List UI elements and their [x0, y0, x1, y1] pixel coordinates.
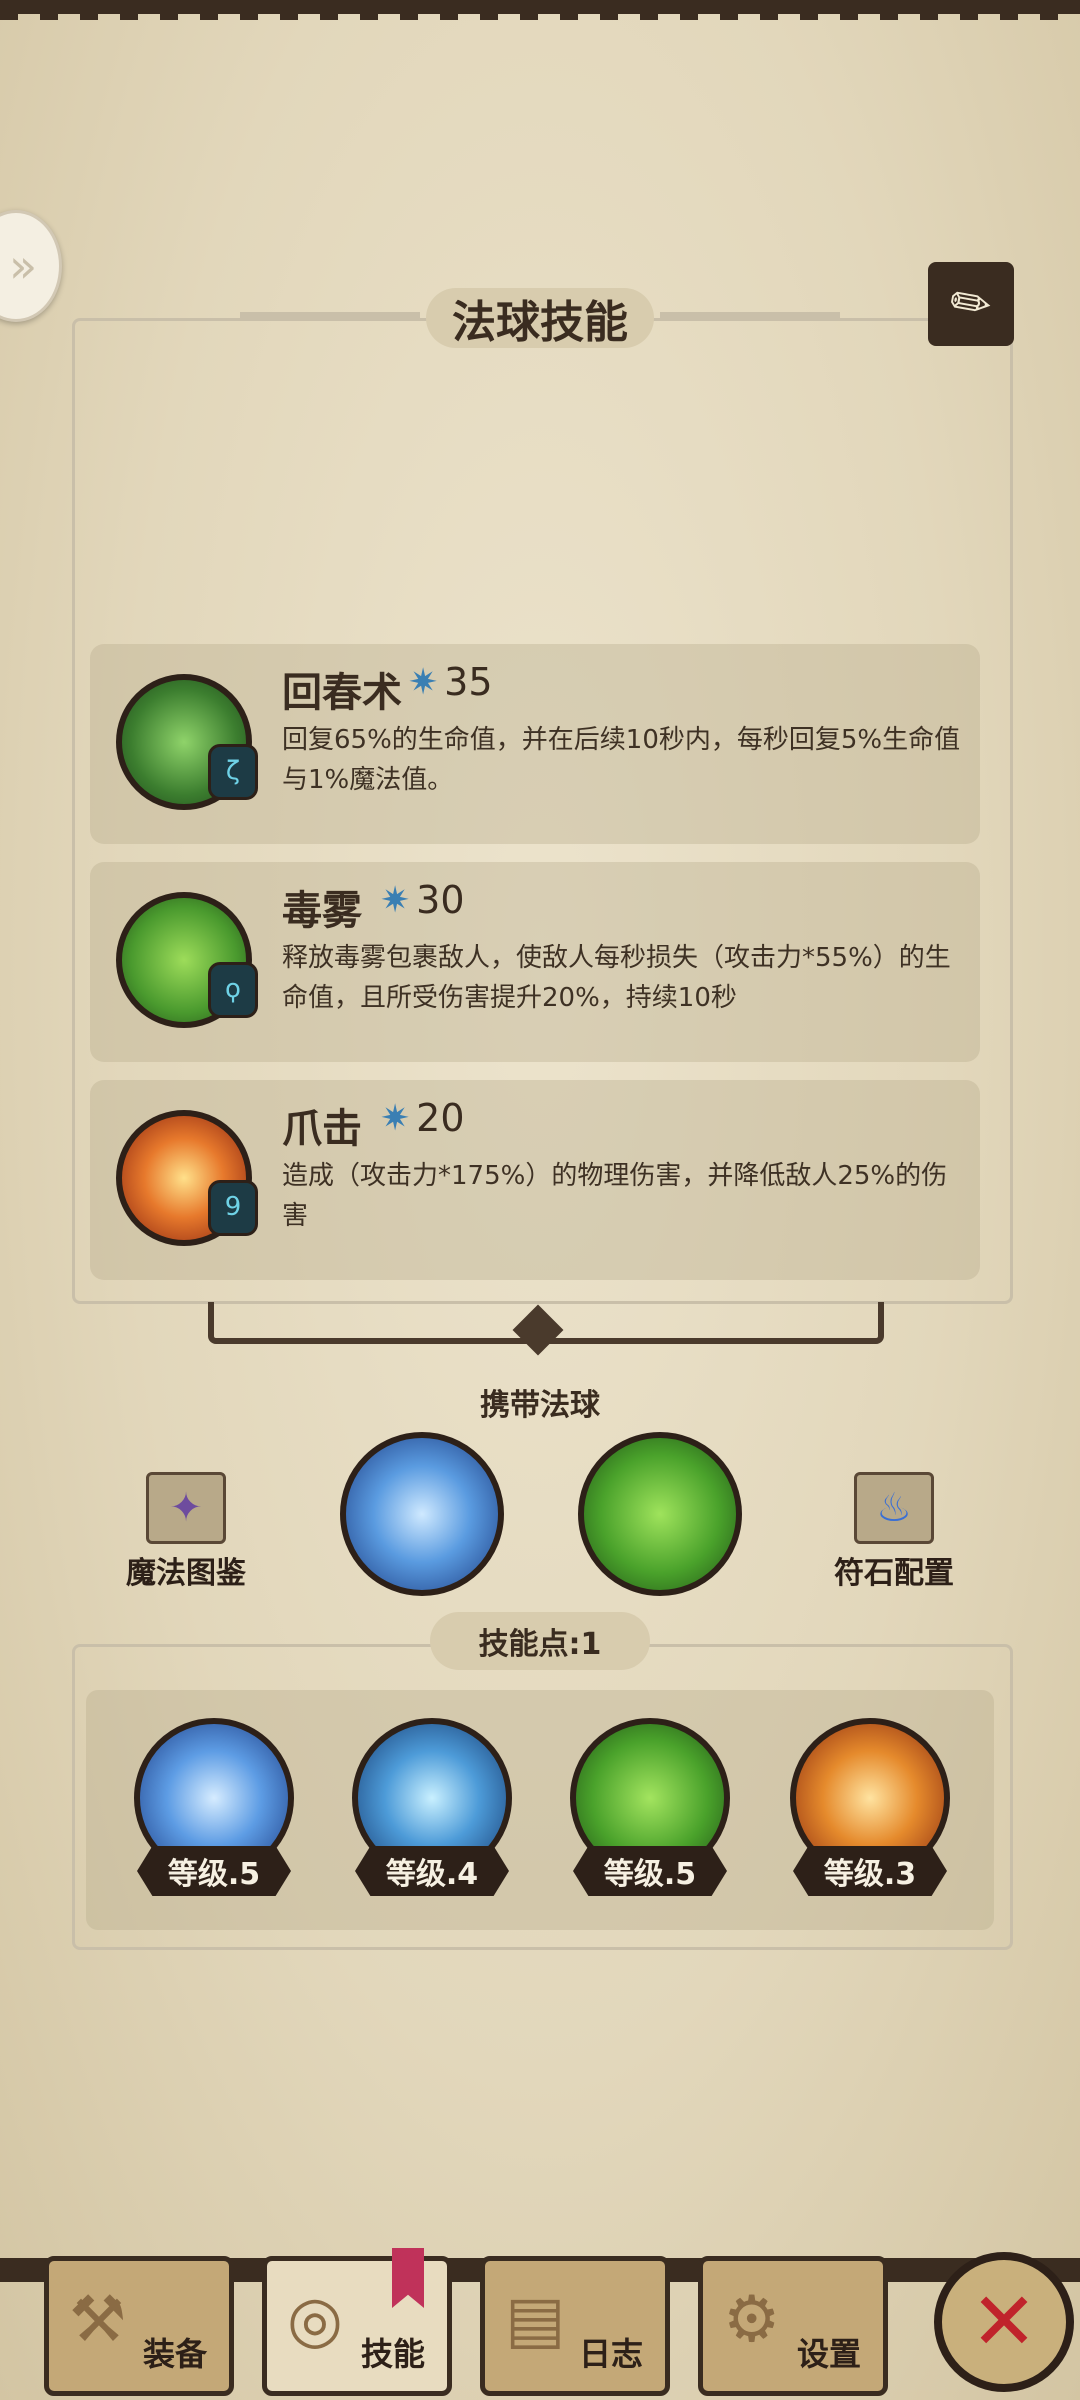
rune-gem-icon: ϙ	[208, 962, 258, 1018]
double-chevron-icon: »	[9, 239, 38, 293]
skill-cost-value: 20	[416, 1096, 465, 1140]
skill-card-claw-strike[interactable]: 9 爪击 ✷ 20 造成（攻击力*175%）的物理伤害，并降低敌人25%的伤害	[90, 1080, 980, 1280]
skill-card-rejuvenation[interactable]: ζ 回春术 ✷ 35 回复65%的生命值，并在后续10秒内，每秒回复5%生命值与…	[90, 644, 980, 844]
title-ornament-right	[660, 312, 840, 318]
skill-cost-value: 35	[444, 660, 493, 704]
skill-cost: ✷ 20	[380, 1096, 465, 1140]
close-button[interactable]: ✕	[934, 2252, 1074, 2392]
scroll-icon: ▤	[505, 2283, 566, 2357]
orb-level-badge: 等级.5	[573, 1846, 727, 1896]
skill-description: 回复65%的生命值，并在后续10秒内，每秒回复5%生命值与1%魔法值。	[282, 725, 961, 795]
tab-label: 日志	[578, 2335, 643, 2373]
axe-icon: ⚒	[69, 2283, 127, 2357]
magic-codex-label: 魔法图鉴	[126, 1556, 246, 1591]
top-border	[0, 0, 1080, 20]
orb-level-badge: 等级.5	[137, 1846, 291, 1896]
tab-label: 设置	[796, 2335, 861, 2373]
skill-cost: ✷ 30	[380, 878, 465, 922]
magic-codex-button[interactable]: ✦ 魔法图鉴	[116, 1472, 256, 1592]
skill-points-label: 技能点:1	[430, 1612, 650, 1670]
mana-star-icon: ✷	[380, 1097, 411, 1139]
orb-level-badge: 等级.3	[793, 1846, 947, 1896]
tab-equipment[interactable]: ⚒ 装备	[44, 2256, 234, 2396]
rune-config-button[interactable]: ♨ 符石配置	[824, 1472, 964, 1592]
mana-star-icon: ✷	[380, 879, 411, 921]
tab-label: 装备	[142, 2335, 207, 2373]
magic-book-icon: ✦	[146, 1472, 226, 1544]
blue-flame-icon: ♨	[854, 1472, 934, 1544]
claw-strike-skill-icon: 9	[116, 1110, 258, 1246]
page-title: 法球技能	[426, 288, 654, 348]
skill-ring-icon: ◎	[287, 2283, 343, 2357]
skill-description: 造成（攻击力*175%）的物理伤害，并降低敌人25%的伤害	[282, 1161, 948, 1231]
skill-card-poison-fog[interactable]: ϙ 毒雾 ✷ 30 释放毒雾包裹敌人，使敌人每秒损失（攻击力*55%）的生命值，…	[90, 862, 980, 1062]
carried-orb-ice[interactable]	[340, 1432, 504, 1596]
title-ornament-left	[240, 312, 420, 318]
tab-log[interactable]: ▤ 日志	[480, 2256, 670, 2396]
expand-side-tab[interactable]: »	[0, 210, 62, 322]
poison-fog-skill-icon: ϙ	[116, 892, 258, 1028]
mana-star-icon: ✷	[408, 661, 439, 703]
brush-icon: ✎	[938, 269, 1004, 339]
skill-cost: ✷ 35	[408, 660, 493, 704]
skill-name: 回春术	[282, 670, 402, 716]
tab-settings[interactable]: ⚙ 设置	[698, 2256, 888, 2396]
carried-orb-nature[interactable]	[578, 1432, 742, 1596]
rejuvenation-skill-icon: ζ	[116, 674, 258, 810]
rune-config-label: 符石配置	[834, 1556, 954, 1591]
skill-name: 毒雾	[282, 888, 362, 934]
gear-icon: ⚙	[723, 2283, 781, 2357]
tab-label: 技能	[360, 2335, 425, 2373]
rune-gem-icon: ζ	[208, 744, 258, 800]
skill-name: 爪击	[282, 1106, 362, 1152]
skill-cost-value: 30	[416, 878, 465, 922]
close-icon: ✕	[970, 2275, 1038, 2368]
carried-orbs-label: 携带法球	[480, 1388, 600, 1423]
skill-description: 释放毒雾包裹敌人，使敌人每秒损失（攻击力*55%）的生命值，且所受伤害提升20%…	[282, 943, 951, 1013]
edit-button[interactable]: ✎	[928, 262, 1014, 346]
orb-level-badge: 等级.4	[355, 1846, 509, 1896]
rune-gem-icon: 9	[208, 1180, 258, 1236]
